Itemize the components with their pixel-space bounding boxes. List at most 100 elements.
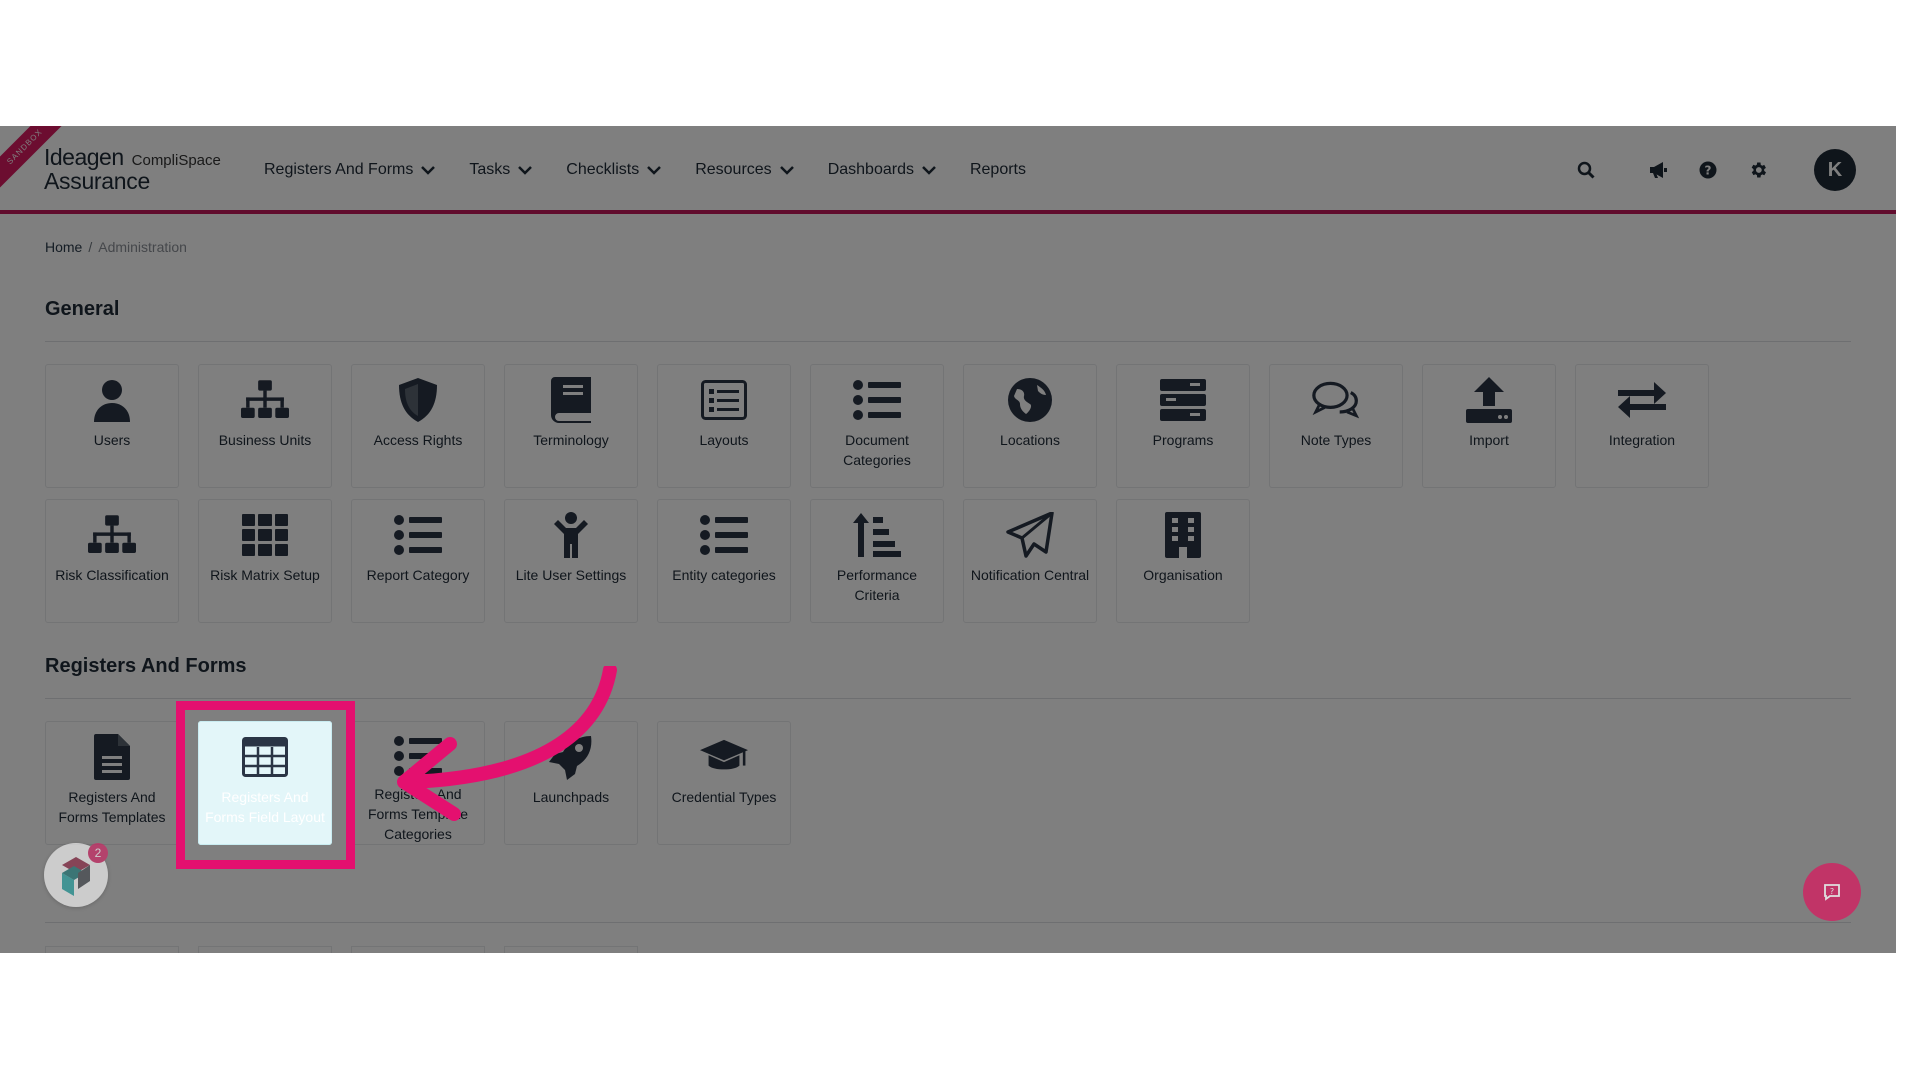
annotation-arrow-icon: [397, 666, 617, 821]
tile-label: Business Units: [218, 432, 312, 448]
nav-dashboards[interactable]: Dashboards: [828, 161, 936, 179]
notification-badge: 2: [88, 843, 108, 863]
svg-text:?: ?: [1705, 164, 1712, 178]
comments-icon: [1312, 376, 1360, 424]
tile-label: Report Category: [366, 567, 470, 583]
tile-label: Import: [1469, 432, 1509, 448]
app-logo[interactable]: Ideagen CompliSpace Assurance: [44, 144, 221, 195]
nav-label: Registers And Forms: [264, 161, 414, 178]
tile-organisation[interactable]: Organisation: [1116, 499, 1250, 623]
svg-text:?: ?: [1830, 887, 1834, 896]
exchange-icon: [1618, 376, 1666, 424]
tile-label: Registers And Forms Templates: [58, 789, 166, 825]
tile-layouts[interactable]: Layouts: [657, 364, 791, 488]
tile-label: Risk Matrix Setup: [210, 567, 320, 583]
tile-integration[interactable]: Integration: [1575, 364, 1709, 488]
annotation-highlight-box: [176, 701, 355, 869]
sort-amount-icon: [853, 511, 901, 559]
list-icon: [700, 511, 748, 559]
nav-tasks[interactable]: Tasks: [469, 161, 533, 179]
nav-label: Tasks: [469, 161, 511, 178]
tile-label: Performance Criteria: [836, 567, 918, 603]
tile-entity-categories[interactable]: Entity categories: [657, 499, 791, 623]
tile-locations[interactable]: Locations: [963, 364, 1097, 488]
chevron-down-icon: [922, 165, 936, 175]
tile-import[interactable]: Import: [1422, 364, 1556, 488]
section-divider: [45, 922, 1851, 923]
tile-label: Notification Central: [970, 567, 1090, 583]
chevron-down-icon: [421, 165, 436, 175]
tile-terminology[interactable]: Terminology: [504, 364, 638, 488]
section-title-registers-and-forms: Registers And Forms: [45, 655, 247, 677]
graduation-cap-icon: [700, 733, 748, 781]
main-nav: Registers And Forms Tasks Checklists Res…: [264, 126, 1026, 214]
tile-risk-matrix-setup[interactable]: Risk Matrix Setup: [198, 499, 332, 623]
tile-label: Layouts: [699, 432, 749, 448]
list-icon: [394, 511, 442, 559]
tile-label: Credential Types: [671, 789, 777, 805]
tile-label: Locations: [1000, 432, 1060, 448]
chat-button[interactable]: ?: [1803, 863, 1861, 921]
tile-label: Note Types: [1300, 432, 1372, 448]
tile-note-types[interactable]: Note Types: [1269, 364, 1403, 488]
tile-label: Organisation: [1143, 567, 1223, 583]
list-icon: [853, 376, 901, 424]
tile-programs[interactable]: Programs: [1116, 364, 1250, 488]
tile-users[interactable]: Users: [45, 364, 179, 488]
help-icon[interactable]: ?: [1698, 160, 1718, 180]
nav-checklists[interactable]: Checklists: [566, 161, 662, 179]
upload-icon: [1465, 376, 1513, 424]
nav-label: Dashboards: [827, 161, 914, 178]
search-icon[interactable]: [1576, 160, 1596, 180]
tile-risk-classification[interactable]: Risk Classification: [45, 499, 179, 623]
tile-notification-central[interactable]: Notification Central: [963, 499, 1097, 623]
tile-label: Risk Classification: [55, 567, 169, 583]
list-box-icon: [700, 376, 748, 424]
gear-icon[interactable]: [1748, 160, 1768, 180]
tile-label: Programs: [1152, 432, 1214, 448]
breadcrumb-home[interactable]: Home: [45, 239, 82, 255]
nav-reports[interactable]: Reports: [970, 161, 1026, 179]
logo-complispace: CompliSpace: [131, 152, 221, 169]
tile-performance-criteria[interactable]: Performance Criteria: [810, 499, 944, 623]
tile-access-rights[interactable]: Access Rights: [351, 364, 485, 488]
tile-label: Entity categories: [672, 567, 776, 583]
tile-partial: [45, 946, 179, 953]
logo-assurance: Assurance: [44, 168, 150, 194]
tile-credential-types[interactable]: Credential Types: [657, 721, 791, 845]
child-icon: [547, 511, 595, 559]
building-icon: [1159, 511, 1207, 559]
help-widget[interactable]: 2: [44, 843, 108, 907]
nav-label: Reports: [969, 161, 1026, 178]
nav-registers-and-forms[interactable]: Registers And Forms: [264, 161, 436, 179]
tile-partial: [504, 946, 638, 953]
tile-report-category[interactable]: Report Category: [351, 499, 485, 623]
section-title-general: General: [45, 298, 120, 320]
tile-label: Integration: [1608, 432, 1676, 448]
nav-label: Checklists: [566, 161, 640, 178]
shield-icon: [394, 376, 442, 424]
user-avatar[interactable]: K: [1814, 149, 1856, 191]
app-viewport: SANDBOX Ideagen CompliSpace Assurance Re…: [0, 126, 1896, 953]
tile-label: Lite User Settings: [515, 567, 627, 583]
grid-icon: [241, 511, 289, 559]
chevron-down-icon: [779, 165, 794, 175]
tile-business-units[interactable]: Business Units: [198, 364, 332, 488]
paper-plane-icon: [1006, 511, 1054, 559]
top-navbar: SANDBOX Ideagen CompliSpace Assurance Re…: [0, 126, 1896, 214]
chat-icon: ?: [1824, 884, 1840, 901]
tile-lite-user-settings[interactable]: Lite User Settings: [504, 499, 638, 623]
tile-partial: [198, 946, 332, 953]
tile-partial: [351, 946, 485, 953]
tile-label: Users: [93, 432, 131, 448]
book-icon: [547, 376, 595, 424]
tile-label: Terminology: [533, 432, 609, 448]
nav-label: Resources: [695, 161, 772, 178]
header-actions: ? K: [1576, 126, 1896, 214]
tile-document-categories[interactable]: Document Categories: [810, 364, 944, 488]
sitemap-icon: [88, 511, 136, 559]
nav-resources[interactable]: Resources: [695, 161, 794, 179]
tile-registers-and-forms-templates[interactable]: Registers And Forms Templates: [45, 721, 179, 845]
megaphone-icon[interactable]: [1648, 160, 1668, 180]
logo-ideagen: Ideagen: [44, 144, 124, 170]
